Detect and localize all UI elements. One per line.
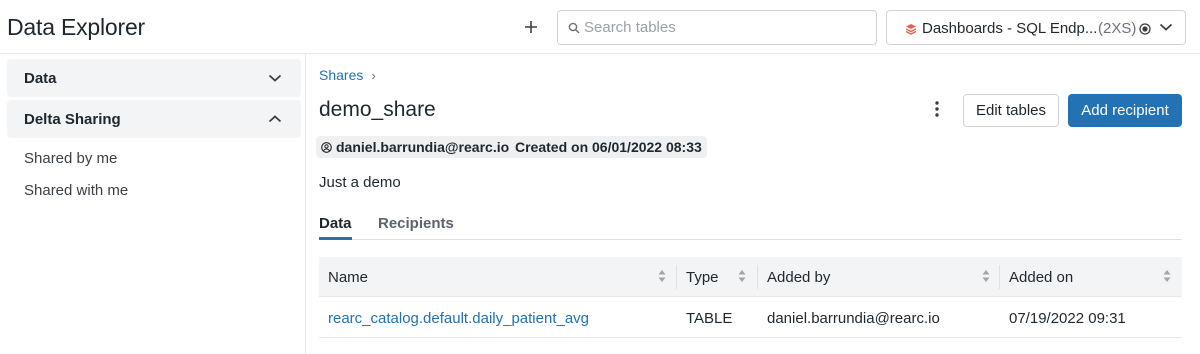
table-cell-type: TABLE (686, 310, 733, 327)
column-header-added-by[interactable]: Added by (758, 257, 1000, 297)
table-cell-added-by: daniel.barrundia@rearc.io (767, 310, 940, 327)
sidebar-item-shared-by-me[interactable]: Shared by me (24, 150, 117, 167)
sidebar-section-label: Data (24, 70, 57, 87)
endpoint-size: (2XS) (1098, 20, 1137, 37)
breadcrumb-separator: › (371, 68, 376, 83)
more-options-icon[interactable] (926, 98, 948, 122)
sidebar: Data Delta Sharing Shared by me Shared w… (0, 54, 306, 354)
chevron-down-icon (268, 74, 282, 82)
search-box[interactable] (557, 10, 877, 45)
search-input[interactable] (584, 11, 869, 44)
sidebar-section-delta-sharing[interactable]: Delta Sharing (7, 100, 301, 138)
column-header-added-on[interactable]: Added on (1000, 257, 1182, 297)
owner-badge: daniel.barrundia@rearc.io (316, 136, 515, 158)
sidebar-item-shared-with-me[interactable]: Shared with me (24, 182, 128, 199)
table-name-link[interactable]: rearc_catalog.default.daily_patient_avg (328, 310, 589, 327)
endpoint-selector[interactable]: Dashboards - SQL Endp... (2XS) (886, 10, 1186, 45)
created-badge: Created on 06/01/2022 08:33 (510, 136, 707, 158)
plus-icon (525, 21, 537, 33)
column-header-name[interactable]: Name (319, 257, 677, 297)
warehouse-icon (905, 24, 917, 35)
share-description: Just a demo (319, 174, 401, 191)
top-bar: Data Explorer Dashboards - SQL Endp... (… (0, 0, 1200, 54)
breadcrumb-shares-link[interactable]: Shares (319, 67, 363, 83)
sort-icon[interactable] (982, 269, 990, 283)
add-recipient-button[interactable]: Add recipient (1068, 94, 1182, 127)
tab-bar: Data Recipients (319, 212, 1182, 240)
sort-icon[interactable] (738, 269, 746, 283)
search-icon (568, 22, 580, 34)
main-content: Shares › demo_share Edit tables Add recip… (306, 54, 1200, 354)
table-row: rearc_catalog.default.daily_patient_avg … (319, 297, 1182, 338)
sidebar-section-label: Delta Sharing (24, 111, 121, 128)
user-icon (321, 142, 332, 153)
sort-icon[interactable] (658, 269, 666, 283)
status-running-icon (1139, 23, 1151, 35)
tab-data[interactable]: Data (319, 215, 352, 240)
chevron-up-icon (268, 115, 282, 123)
sidebar-section-data[interactable]: Data (7, 59, 301, 97)
tab-recipients[interactable]: Recipients (378, 215, 454, 240)
app-title: Data Explorer (7, 14, 146, 40)
sort-icon[interactable] (1163, 269, 1171, 283)
column-header-type[interactable]: Type (677, 257, 757, 297)
add-button[interactable] (519, 14, 543, 40)
endpoint-name: Dashboards - SQL Endp... (922, 20, 1098, 37)
breadcrumb: Shares › (319, 67, 376, 83)
table-header: Name Type Added by Added on (319, 257, 1182, 297)
table-cell-added-on: 07/19/2022 09:31 (1009, 310, 1126, 327)
chevron-down-icon[interactable] (1159, 22, 1173, 32)
edit-tables-button[interactable]: Edit tables (963, 94, 1059, 127)
page-title: demo_share (319, 98, 436, 121)
owner-email: daniel.barrundia@rearc.io (336, 139, 510, 155)
